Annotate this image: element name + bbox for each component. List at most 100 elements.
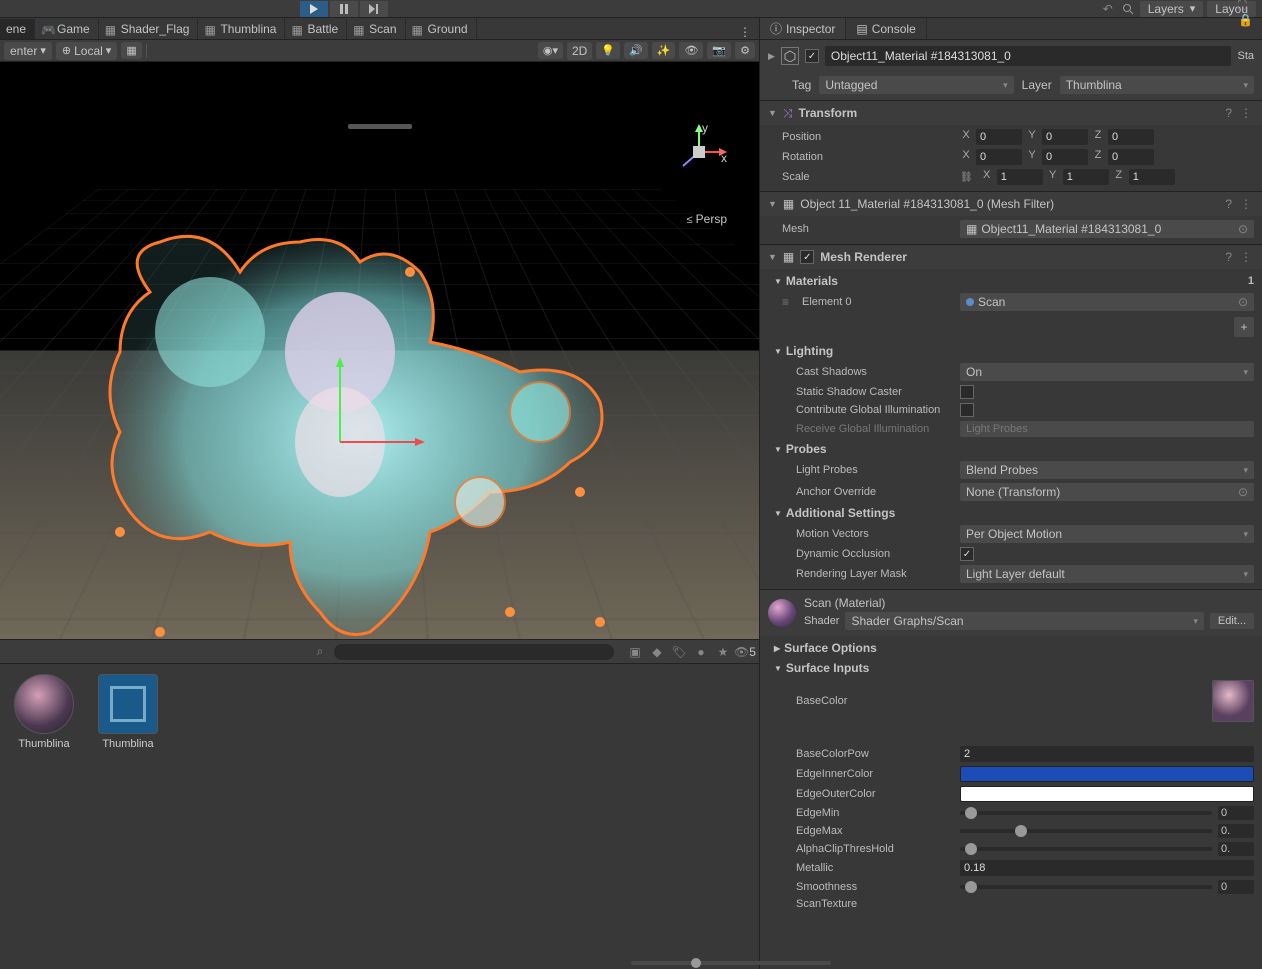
edgemin-slider[interactable]	[960, 811, 1212, 815]
static-shadow-checkbox[interactable]	[960, 385, 974, 399]
tab-overflow-menu[interactable]: ⋮	[731, 25, 759, 39]
camera-button[interactable]: 📷	[707, 42, 731, 59]
mesh-reference-field[interactable]: ▦Object11_Material #184313081_0⊙	[960, 220, 1254, 238]
lighting-foldout[interactable]: ▼Lighting	[760, 341, 1262, 361]
tab-battle[interactable]: ▦Battle	[285, 19, 347, 39]
scene-viewport[interactable]: yx ≤ Persp	[0, 62, 759, 639]
pause-button[interactable]	[330, 1, 358, 17]
link-icon[interactable]: ⛓	[960, 172, 973, 183]
add-material-button[interactable]: +	[1234, 317, 1254, 337]
material-header[interactable]: Scan (Material) Shader Shader Graphs/Sca…	[760, 590, 1262, 636]
menu-icon[interactable]: ⋮	[1238, 105, 1254, 121]
rot-x-input[interactable]	[976, 149, 1022, 165]
cast-shadows-dropdown[interactable]: On	[960, 363, 1254, 381]
edgeinner-color-field[interactable]	[960, 766, 1254, 782]
layers-dropdown[interactable]: Layers▾	[1140, 1, 1204, 17]
layermask-dropdown[interactable]: Light Layer default	[960, 565, 1254, 583]
occlusion-checkbox[interactable]	[960, 547, 974, 561]
orientation-gizmo[interactable]: yx	[669, 122, 729, 182]
probes-foldout[interactable]: ▼Probes	[760, 439, 1262, 459]
gizmos-button[interactable]: ⚙	[735, 42, 755, 59]
filter-icon[interactable]: ▣	[627, 644, 643, 660]
play-button[interactable]	[300, 1, 328, 17]
undo-icon[interactable]: ↶	[1100, 1, 1116, 17]
shader-dropdown[interactable]: Shader Graphs/Scan	[845, 612, 1203, 630]
alphaclip-value[interactable]: 0.	[1218, 842, 1254, 856]
additional-foldout[interactable]: ▼Additional Settings	[760, 503, 1262, 523]
projection-label[interactable]: ≤ Persp	[687, 212, 727, 226]
log-icon[interactable]: ●	[693, 644, 709, 660]
object-picker-icon[interactable]: ⊙	[1238, 222, 1248, 236]
maximize-icon[interactable]: ⛶ 🔒	[1238, 4, 1254, 20]
basecolorpow-input[interactable]	[960, 746, 1254, 762]
tab-scan[interactable]: ▦Scan	[347, 19, 405, 39]
star-icon[interactable]: ★	[715, 644, 731, 660]
rot-z-input[interactable]	[1108, 149, 1154, 165]
project-search-input[interactable]	[334, 644, 614, 660]
help-icon[interactable]: ?	[1225, 250, 1232, 264]
lighting-toggle[interactable]: 💡	[596, 42, 620, 59]
layer-dropdown[interactable]: Thumblina	[1060, 76, 1254, 94]
edgemin-value[interactable]: 0	[1218, 806, 1254, 820]
filter-type-icon[interactable]: ◆	[649, 644, 665, 660]
menu-icon[interactable]: ⋮	[1238, 196, 1254, 212]
metallic-input[interactable]	[960, 860, 1254, 876]
surface-options-foldout[interactable]: ▶Surface Options	[760, 638, 1262, 658]
pos-y-input[interactable]	[1042, 129, 1088, 145]
edgeouter-color-field[interactable]	[960, 786, 1254, 802]
tool-handle-button[interactable]: enter▾	[4, 42, 52, 60]
tab-inspector[interactable]: ⓘInspector	[760, 18, 846, 39]
mesh-filter-header[interactable]: ▼▦ Object 11_Material #184313081_0 (Mesh…	[760, 192, 1262, 216]
pivot-mode-button[interactable]: ⊕Local▾	[56, 42, 117, 60]
fold-icon[interactable]: ▶	[768, 51, 775, 62]
materials-foldout[interactable]: ▼Materials1	[760, 271, 1262, 291]
tab-game[interactable]: 🎮Game	[35, 19, 99, 39]
search-icon[interactable]	[1120, 1, 1136, 17]
anchor-reference-field[interactable]: None (Transform)⊙	[960, 483, 1254, 501]
tab-thumblina[interactable]: ▦Thumblina	[198, 19, 285, 39]
object-picker-icon[interactable]: ⊙	[1238, 295, 1248, 309]
asset-material-thumblina[interactable]: Thumblina	[10, 674, 78, 750]
transform-header[interactable]: ▼⤨ Transform ?⋮	[760, 101, 1262, 125]
scale-y-input[interactable]	[1063, 169, 1109, 185]
material-reference-field[interactable]: Scan⊙	[960, 293, 1254, 311]
gi-checkbox[interactable]	[960, 403, 974, 417]
help-icon[interactable]: ?	[1225, 197, 1232, 211]
basecolor-texture-slot[interactable]	[1212, 680, 1254, 722]
fx-toggle[interactable]: ✨	[652, 42, 676, 59]
grid-toggle[interactable]: ▦	[121, 42, 141, 59]
scale-z-input[interactable]	[1129, 169, 1175, 185]
tag-dropdown[interactable]: Untagged	[819, 76, 1013, 94]
tab-shader-flag[interactable]: ▦Shader_Flag	[99, 19, 199, 39]
asset-prefab-thumblina[interactable]: Thumblina	[94, 674, 162, 750]
edgemax-value[interactable]: 0.	[1218, 824, 1254, 838]
audio-toggle[interactable]: 🔊	[624, 42, 648, 59]
edgemax-slider[interactable]	[960, 829, 1212, 833]
label-icon[interactable]: 🏷	[671, 644, 687, 660]
help-icon[interactable]: ?	[1225, 106, 1232, 120]
tab-scene[interactable]: ene	[0, 19, 35, 39]
object-name-input[interactable]	[825, 46, 1232, 66]
object-picker-icon[interactable]: ⊙	[1238, 485, 1248, 499]
mesh-renderer-header[interactable]: ▼▦ Mesh Renderer ?⋮	[760, 245, 1262, 269]
edit-shader-button[interactable]: Edit...	[1210, 613, 1254, 629]
hidden-toggle[interactable]: 👁	[679, 42, 703, 59]
smoothness-slider[interactable]	[960, 885, 1212, 889]
hidden-count-icon[interactable]: 👁5	[737, 644, 753, 660]
tab-console[interactable]: ▤Console	[846, 18, 926, 39]
drag-handle-icon[interactable]: ≡	[782, 295, 794, 309]
pos-x-input[interactable]	[976, 129, 1022, 145]
renderer-enabled-checkbox[interactable]	[800, 250, 814, 264]
smoothness-value[interactable]: 0	[1218, 880, 1254, 894]
tab-ground[interactable]: ▦Ground	[406, 19, 477, 39]
debug-draw-button[interactable]: ◉▾	[538, 42, 563, 59]
scale-x-input[interactable]	[997, 169, 1043, 185]
overlay-handle[interactable]	[348, 124, 412, 129]
motion-dropdown[interactable]: Per Object Motion	[960, 525, 1254, 543]
step-button[interactable]	[360, 1, 388, 17]
thumbnail-size-slider[interactable]	[631, 961, 831, 965]
light-probes-dropdown[interactable]: Blend Probes	[960, 461, 1254, 479]
rot-y-input[interactable]	[1042, 149, 1088, 165]
menu-icon[interactable]: ⋮	[1238, 249, 1254, 265]
alphaclip-slider[interactable]	[960, 847, 1212, 851]
